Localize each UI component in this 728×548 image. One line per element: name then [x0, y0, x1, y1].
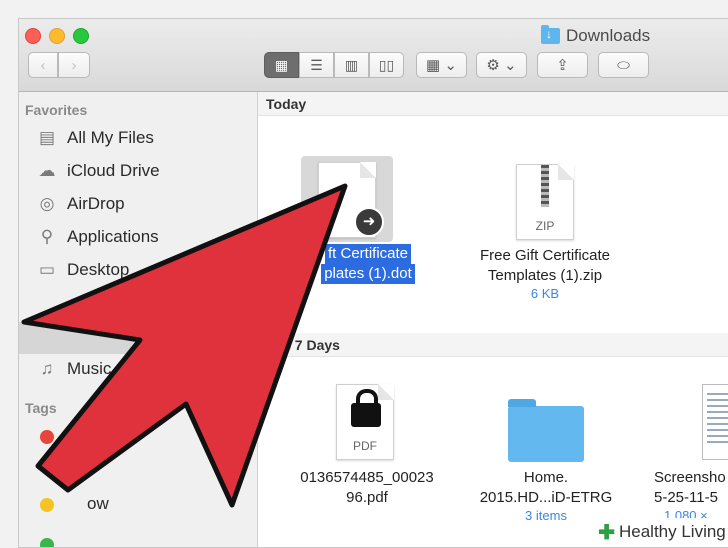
sidebar-item-label: Applications — [67, 227, 159, 246]
sidebar-item-label: Desktop — [67, 260, 130, 279]
airdrop-icon: ◎ — [39, 194, 55, 213]
plus-icon: ✚ — [598, 521, 615, 544]
file-folder[interactable]: Home. 2015.HD...iD-ETRG 3 items — [448, 468, 644, 523]
file-size: 6 KB — [530, 286, 560, 301]
file-screenshot[interactable]: Screensho 5-25-11-5 1,080 × — [638, 468, 728, 523]
screenshot-thumbnail-icon[interactable] — [702, 384, 728, 460]
sidebar-item-desktop[interactable]: ▭ Desktop — [35, 257, 129, 283]
applications-icon: ⚲ — [40, 227, 54, 246]
file-name: Free Gift Certificate — [479, 247, 611, 264]
icon-view-button[interactable]: ▦ — [264, 52, 299, 78]
file-name: 0136574485_00023 — [300, 469, 434, 486]
column-view-button[interactable]: ▥ — [334, 52, 369, 78]
file-dot[interactable]: ft Certificate plates (1).dot — [288, 244, 448, 284]
group-previous-7-days: ous 7 Days — [258, 333, 728, 357]
healthy-living-watermark: ✚ Healthy Living — [596, 518, 728, 546]
sidebar-item-label: AirDrop — [67, 194, 125, 213]
sidebar-item-downloads-selected[interactable] — [19, 322, 257, 354]
finder-window: Downloads ‹ › ▦ ☰ ▥ ▯▯ ▦ ⌄ ⚙ ⌄ ⇪ ⬭ Favor… — [18, 18, 728, 548]
file-name: Home. — [523, 469, 569, 486]
all-files-icon: ▤ — [38, 128, 56, 147]
pdf-badge: PDF — [353, 439, 377, 453]
toolbar: Downloads ‹ › ▦ ☰ ▥ ▯▯ ▦ ⌄ ⚙ ⌄ ⇪ ⬭ — [19, 19, 728, 92]
tag-icon: ⬭ — [617, 56, 630, 74]
action-button[interactable]: ⚙ ⌄ — [476, 52, 527, 78]
sidebar-item-icloud-drive[interactable]: ☁ iCloud Drive — [35, 158, 160, 184]
group-today: Today — [258, 92, 728, 116]
tag-yellow-dot[interactable] — [40, 498, 54, 512]
coverflow-icon: ▯▯ — [378, 56, 395, 73]
cloud-icon: ☁ — [38, 161, 56, 180]
file-name: Templates (1).zip — [487, 267, 603, 284]
sidebar-item-applications[interactable]: ⚲ Applications — [35, 224, 159, 250]
tag-button[interactable]: ⬭ — [598, 52, 649, 78]
file-area: Today ➜ ft Certificate plates (1).dot ZI… — [258, 92, 728, 547]
arrange-button[interactable]: ▦ ⌄ — [416, 52, 467, 78]
chevron-left-icon: ‹ — [40, 56, 46, 74]
forward-button[interactable]: › — [58, 52, 90, 78]
zip-file-icon[interactable]: ZIP — [516, 164, 574, 240]
chevron-right-icon: › — [71, 56, 77, 74]
sidebar-item-music[interactable]: ♫ Music — [35, 356, 112, 382]
gear-icon: ⚙ ⌄ — [486, 57, 517, 74]
sidebar-item-label: iCloud Drive — [67, 161, 160, 180]
file-name: 2015.HD...iD-ETRG — [479, 489, 613, 506]
close-button[interactable] — [25, 28, 41, 44]
window-title-text: Downloads — [566, 26, 651, 45]
list-view-button[interactable]: ☰ — [299, 52, 334, 78]
zoom-button[interactable] — [73, 28, 89, 44]
share-button[interactable]: ⇪ — [537, 52, 588, 78]
file-pdf[interactable]: 0136574485_00023 96.pdf — [272, 468, 462, 508]
tag-green-dot[interactable] — [40, 538, 54, 547]
lock-icon — [351, 389, 381, 427]
downloads-folder-icon — [541, 25, 560, 44]
share-icon: ⇪ — [556, 57, 569, 74]
file-name: Screensho — [654, 469, 726, 486]
window-title: Downloads — [541, 25, 650, 47]
minimize-button[interactable] — [49, 28, 65, 44]
sidebar: Favorites ▤ All My Files ☁ iCloud Drive … — [19, 92, 258, 547]
desktop-icon: ▭ — [38, 260, 56, 279]
tag-yellow-label[interactable]: ow — [87, 494, 109, 514]
columns-icon: ▥ — [344, 56, 359, 73]
zip-badge: ZIP — [535, 219, 555, 233]
favorites-heading: Favorites — [25, 102, 88, 118]
file-zip[interactable]: Free Gift Certificate Templates (1).zip … — [450, 246, 640, 301]
music-icon: ♫ — [40, 359, 54, 378]
sidebar-item-label: Music — [67, 359, 112, 378]
arrow-right-circle-icon: ➜ — [354, 207, 384, 237]
sidebar-item-label: All My Files — [67, 128, 154, 147]
coverflow-view-button[interactable]: ▯▯ — [369, 52, 404, 78]
pdf-file-icon[interactable]: PDF — [336, 384, 394, 460]
tag-red-dot[interactable] — [40, 430, 54, 444]
sidebar-item-all-my-files[interactable]: ▤ All My Files — [35, 125, 154, 151]
brand-text: Healthy Living — [618, 522, 726, 541]
tags-heading: Tags — [25, 400, 57, 416]
sidebar-item-airdrop[interactable]: ◎ AirDrop — [35, 191, 125, 217]
file-name: plates (1).dot — [321, 264, 415, 284]
file-name: 96.pdf — [346, 489, 388, 506]
folder-icon[interactable] — [508, 399, 584, 462]
file-name: 5-25-11-5 — [654, 489, 718, 506]
grid-icon: ▦ — [274, 56, 289, 73]
file-name: ft Certificate — [324, 244, 412, 264]
back-button[interactable]: ‹ — [28, 52, 58, 78]
list-icon: ☰ — [310, 56, 323, 73]
arrange-icon: ▦ ⌄ — [426, 57, 457, 74]
